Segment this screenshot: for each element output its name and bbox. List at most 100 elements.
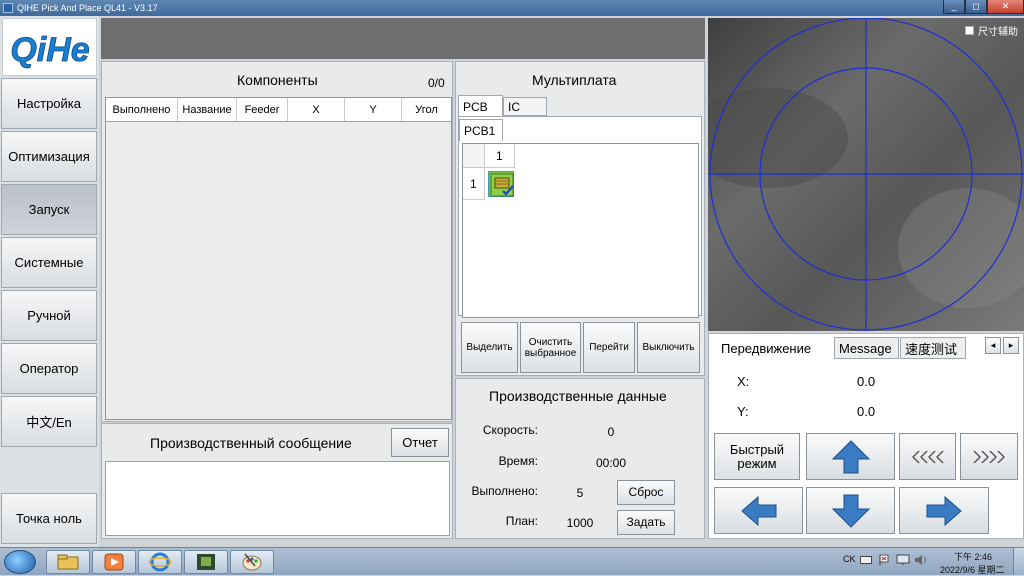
size-aux-checkbox[interactable]	[965, 26, 974, 35]
arrow-right-icon	[926, 495, 962, 526]
nav-optimization-button[interactable]: Оптимизация	[1, 131, 97, 182]
left-nav: QiHe Настройка Оптимизация Запуск Систем…	[0, 16, 99, 547]
tab-ic[interactable]: IC	[503, 97, 547, 116]
paint-taskbar-icon[interactable]	[230, 550, 274, 574]
nav-language-button[interactable]: 中文/En	[1, 396, 97, 447]
done-value: 5	[576, 486, 584, 500]
motion-panel: Передвижение Message 速度测试 ◂ ▸ X: 0.0 Y: …	[708, 333, 1024, 539]
volume-icon[interactable]	[914, 554, 928, 566]
move-down-button[interactable]	[806, 487, 895, 534]
clear-selection-button[interactable]: Очистить выбранное	[520, 322, 581, 373]
reset-button[interactable]: Сброс	[617, 480, 675, 505]
network-icon[interactable]	[896, 554, 910, 566]
app-icon	[3, 3, 13, 13]
nav-setup-button[interactable]: Настройка	[1, 78, 97, 129]
plan-label: План:	[505, 514, 538, 528]
nav-run-button[interactable]: Запуск	[1, 184, 97, 235]
x-label: X:	[737, 374, 750, 389]
production-message-panel: Производственный сообщение Отчет	[101, 423, 453, 539]
arrow-up-icon	[831, 439, 870, 473]
select-button[interactable]: Выделить	[461, 322, 518, 373]
grid-col-label: 1	[496, 149, 503, 163]
tab-speed-test[interactable]: 速度测试	[900, 337, 966, 359]
keyboard-icon[interactable]	[860, 555, 872, 565]
header-bar	[101, 18, 705, 59]
clock-date[interactable]: 2022/9/6 星期二	[940, 563, 1005, 576]
col-y[interactable]: Y	[345, 98, 402, 121]
multiboard-title: Мультиплата	[532, 72, 617, 88]
tab-scroll-left-icon[interactable]: ◂	[985, 337, 1001, 354]
move-left-button[interactable]	[714, 487, 803, 534]
tab-pcb1[interactable]: PCB1	[459, 119, 503, 141]
maximize-button[interactable]: ◻	[965, 0, 987, 14]
disable-button[interactable]: Выключить	[637, 322, 700, 373]
production-message-title: Производственный сообщение	[150, 435, 352, 451]
move-up-button[interactable]	[806, 433, 895, 480]
arrow-left-icon	[740, 495, 776, 526]
move-fast-left-button[interactable]	[899, 433, 956, 480]
tab-movement[interactable]: Передвижение	[717, 337, 833, 359]
input-language[interactable]: CK	[843, 554, 856, 564]
col-x[interactable]: X	[288, 98, 345, 121]
production-data-title: Производственные данные	[489, 388, 667, 404]
start-button[interactable]	[4, 550, 36, 574]
fast-left-icon	[911, 450, 944, 463]
taskbar: CK 下午 2:46 2022/9/6 星期二	[0, 547, 1024, 575]
nav-system-button[interactable]: Системные	[1, 237, 97, 288]
multiboard-panel: Мультиплата PCB IC PCB1 1 1 Выделить Очи…	[455, 61, 705, 376]
fast-right-icon	[973, 450, 1005, 463]
board-grid[interactable]: 1 1	[462, 143, 699, 318]
y-value: 0.0	[857, 404, 876, 419]
explorer-taskbar-icon[interactable]	[46, 550, 90, 574]
flag-icon[interactable]	[878, 554, 890, 566]
set-button[interactable]: Задать	[617, 510, 675, 535]
camera-image	[708, 18, 1024, 331]
fast-mode-button[interactable]: Быстрый режим	[714, 433, 800, 480]
move-fast-right-button[interactable]	[960, 433, 1018, 480]
x-value: 0.0	[857, 374, 876, 389]
time-label: Время:	[498, 454, 538, 468]
zero-point-button[interactable]: Точка ноль	[1, 493, 97, 544]
minimize-button[interactable]: _	[943, 0, 965, 14]
message-log[interactable]	[105, 461, 450, 536]
time-value: 00:00	[595, 456, 627, 470]
components-count: 0/0	[428, 76, 445, 90]
grid-corner	[463, 144, 485, 168]
report-button[interactable]: Отчет	[391, 428, 449, 457]
speed-label: Скорость:	[482, 423, 538, 437]
grid-row-header: 1	[463, 168, 485, 200]
done-label: Выполнено:	[471, 484, 538, 498]
tab-message[interactable]: Message	[834, 337, 899, 359]
production-data-panel: Производственные данные Скорость: 0 Врем…	[455, 378, 705, 539]
media-player-taskbar-icon[interactable]	[92, 550, 136, 574]
col-angle[interactable]: Угол	[402, 98, 451, 121]
col-name[interactable]: Название	[178, 98, 237, 121]
nav-manual-button[interactable]: Ручной	[1, 290, 97, 341]
grid-row-label: 1	[470, 177, 477, 191]
size-aux-label: 尺寸辅助	[978, 27, 1018, 38]
col-feeder[interactable]: Feeder	[237, 98, 288, 121]
window-title-bar: QIHE Pick And Place QL41 - V3.17 _ ◻ ✕	[0, 0, 1024, 16]
y-label: Y:	[737, 404, 749, 419]
components-panel: Компоненты 0/0 Выполнено Название Feeder…	[101, 61, 453, 422]
arrow-down-icon	[831, 494, 870, 528]
size-aux-toggle[interactable]: 尺寸辅助	[965, 23, 1018, 38]
tab-scroll-right-icon[interactable]: ▸	[1003, 337, 1019, 354]
tab-pcb[interactable]: PCB	[458, 95, 503, 117]
components-table[interactable]: Выполнено Название Feeder X Y Угол	[105, 97, 452, 420]
col-done[interactable]: Выполнено	[106, 98, 178, 121]
close-button[interactable]: ✕	[987, 0, 1024, 14]
pick-place-taskbar-icon[interactable]	[184, 550, 228, 574]
show-desktop-button[interactable]	[1013, 548, 1024, 575]
speed-value: 0	[607, 425, 615, 439]
pcb-board-icon[interactable]	[488, 171, 514, 197]
plan-value: 1000	[566, 516, 594, 530]
ie-taskbar-icon[interactable]	[138, 550, 182, 574]
nav-operator-button[interactable]: Оператор	[1, 343, 97, 394]
goto-button[interactable]: Перейти	[583, 322, 635, 373]
move-right-button[interactable]	[899, 487, 989, 534]
clock-time[interactable]: 下午 2:46	[954, 550, 992, 563]
logo-text: QiHe	[10, 31, 89, 69]
camera-view[interactable]: 尺寸辅助	[708, 18, 1024, 331]
table-header-row: Выполнено Название Feeder X Y Угол	[106, 98, 451, 122]
